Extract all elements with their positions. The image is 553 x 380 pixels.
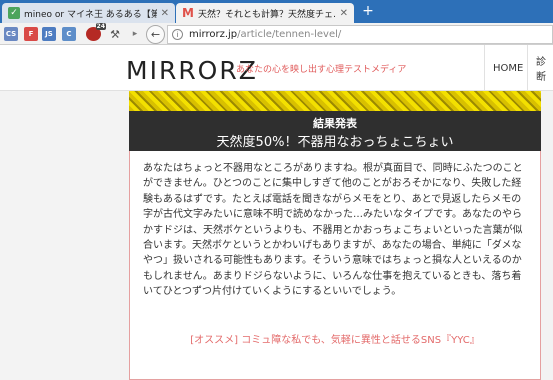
back-button[interactable]: ← [146, 25, 165, 44]
result-type: 天然度50%！不器用なおっちょこちょい [216, 135, 454, 150]
result-label: 結果発表 [313, 117, 357, 130]
site-tagline: あなたの心を映し出す心理テストメディア [236, 65, 407, 75]
extension-js-icon[interactable]: JS [42, 27, 56, 41]
promo-link[interactable]: [オススメ] コミュ障な私でも、気軽に異性と話せるSNS『YYC』 [130, 331, 540, 346]
tab-mirrorz[interactable]: M 天然？それとも計算？天然度チェ… ✕ [176, 3, 354, 23]
mineo-favicon-icon: ✓ [8, 7, 20, 19]
tab-mineo[interactable]: ✓ mineo or マイネ王 あるある【第… ✕ [2, 3, 175, 23]
address-bar[interactable]: i mirrorz.jp/article/tennen-level/ [167, 25, 553, 44]
url-host: mirrorz.jp [189, 29, 238, 40]
result-header: 結果発表 天然度50%！不器用なおっちょこちょい [129, 111, 541, 151]
nav-home[interactable]: HOME [484, 45, 531, 91]
header-image [129, 91, 541, 111]
tab-strip: ✓ mineo or マイネ王 あるある【第… ✕ M 天然？それとも計算？天然… [0, 0, 553, 23]
extension-f-icon[interactable]: F [24, 27, 38, 41]
extension-cs-icon[interactable]: CS [4, 27, 18, 41]
site-header: MIRRORZ あなたの心を映し出す心理テストメディア HOME 診断 [0, 45, 553, 91]
wrench-icon[interactable]: ⚒ [108, 27, 122, 41]
tab-title: 天然？それとも計算？天然度チェ… [198, 9, 336, 20]
info-icon[interactable]: i [172, 29, 183, 40]
article-content: 結果発表 天然度50%！不器用なおっちょこちょい あなたはちょっと不器用なところ… [129, 91, 541, 380]
nav-diagnosis[interactable]: 診断 [527, 45, 553, 91]
url-path: /article/tennen-level/ [237, 29, 342, 40]
extension-badge-icon[interactable]: 24 [86, 23, 106, 41]
extension-badge-count: 24 [95, 23, 106, 30]
extension-c-icon[interactable]: C [62, 27, 76, 41]
close-tab-icon[interactable]: ✕ [340, 8, 348, 19]
page-viewport: MIRRORZ あなたの心を映し出す心理テストメディア HOME 診断 結果発表… [0, 45, 553, 380]
mirrorz-favicon-icon: M [182, 6, 194, 20]
browser-toolbar: CS F JS C 24 ⚒ ▸ ← i mirrorz.jp/article/… [0, 23, 553, 45]
new-tab-button[interactable]: + [360, 3, 376, 19]
close-tab-icon[interactable]: ✕ [161, 8, 169, 19]
forward-icon[interactable]: ▸ [128, 27, 142, 41]
result-body: あなたはちょっと不器用なところがありますね。根が真面目で、同時にふたつのことがで… [129, 151, 541, 380]
tab-title: mineo or マイネ王 あるある【第… [24, 9, 157, 20]
result-description: あなたはちょっと不器用なところがありますね。根が真面目で、同時にふたつのことがで… [143, 163, 523, 298]
